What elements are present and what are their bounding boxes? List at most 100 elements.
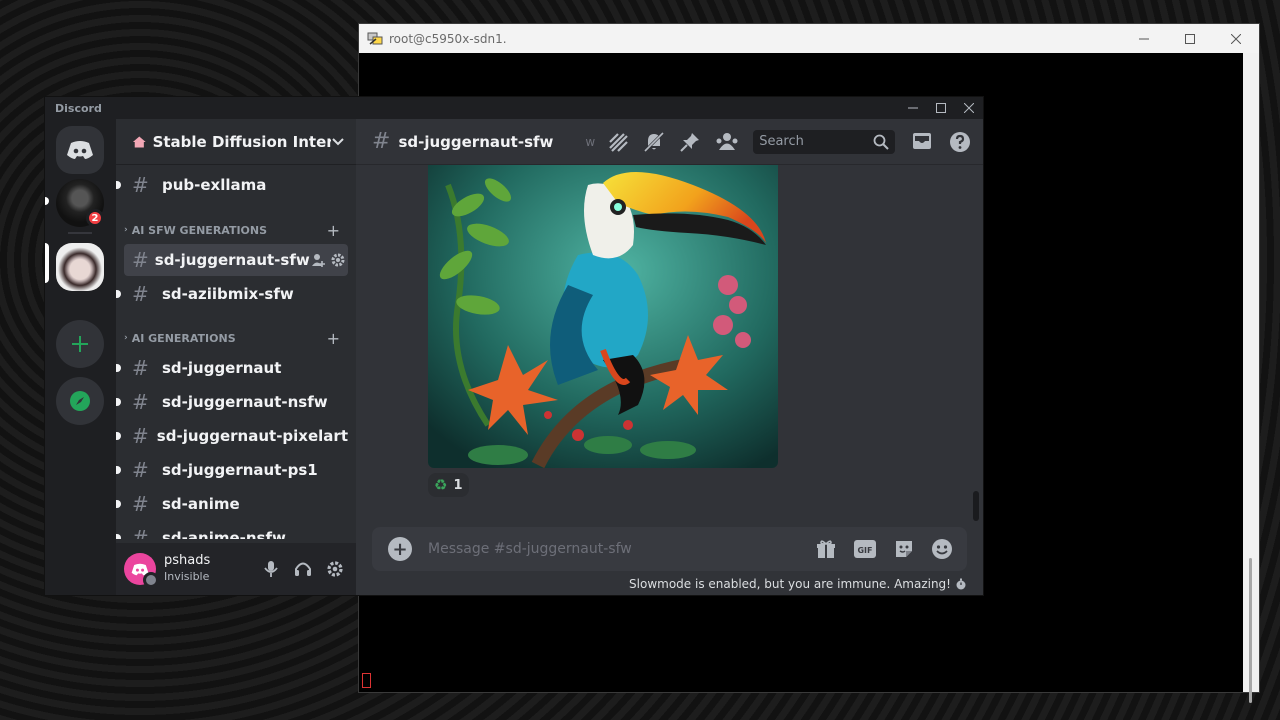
thread-channel-icon: # xyxy=(372,129,391,154)
category-label: AI SFW GENERATIONS xyxy=(131,223,268,237)
threads-icon[interactable] xyxy=(607,131,629,153)
category-ai-generations[interactable]: › AI GENERATIONS + xyxy=(124,329,340,348)
gear-icon[interactable] xyxy=(330,252,346,268)
thread-channel-icon: # xyxy=(132,356,149,380)
help-icon[interactable] xyxy=(949,131,971,153)
message-composer[interactable]: + Message #sd-juggernaut-sfw GIF xyxy=(372,527,967,571)
member-list-icon[interactable] xyxy=(715,131,739,153)
create-channel-icon[interactable]: + xyxy=(327,221,340,240)
terminal-titlebar[interactable]: root@c5950x-sdn1. xyxy=(359,24,1259,53)
maximize-button[interactable] xyxy=(1167,24,1213,53)
chat-area: # sd-juggernaut-sfw w Search ♻ 1 + Messa… xyxy=(356,119,983,595)
headphones-icon xyxy=(295,562,311,576)
channel-sd-juggernaut[interactable]: # sd-juggernaut xyxy=(116,352,348,384)
channel-list: # pub-exllama › AI SFW GENERATIONS + # s… xyxy=(116,165,356,539)
channel-sd-anime[interactable]: # sd-anime xyxy=(116,488,348,520)
thread-channel-icon: # xyxy=(132,424,149,448)
home-button[interactable] xyxy=(56,126,104,174)
discord-close-button[interactable] xyxy=(955,97,983,119)
message-scrollbar[interactable] xyxy=(973,491,979,521)
terminal-scrollbar[interactable] xyxy=(1243,53,1259,703)
close-icon xyxy=(1231,33,1241,44)
discord-window-title: Discord xyxy=(55,101,102,115)
thread-channel-icon: # xyxy=(132,458,149,482)
add-server-button[interactable] xyxy=(56,320,104,368)
channel-label: sd-anime-nsfw xyxy=(162,529,286,539)
channel-label: sd-anime xyxy=(162,495,240,513)
gift-icon[interactable] xyxy=(815,538,837,560)
minimize-button[interactable] xyxy=(1121,24,1167,53)
terminal-cursor xyxy=(362,673,371,688)
svg-text:GIF: GIF xyxy=(857,546,872,555)
mention-badge: 2 xyxy=(86,209,104,227)
server-rail: 2 xyxy=(45,119,116,595)
chevron-right-icon: › xyxy=(124,333,128,343)
gif-icon[interactable]: GIF xyxy=(853,539,877,559)
reaction-count: 1 xyxy=(453,477,463,493)
plus-icon xyxy=(72,336,88,352)
category-ai-sfw-generations[interactable]: › AI SFW GENERATIONS + xyxy=(124,221,340,240)
thread-channel-icon: # xyxy=(132,492,149,516)
channel-sd-juggernaut-ps1[interactable]: # sd-juggernaut-ps1 xyxy=(116,454,348,486)
putty-icon xyxy=(367,32,383,46)
thread-channel-icon: # xyxy=(132,282,149,306)
user-settings-button[interactable] xyxy=(322,556,348,582)
server-icon-stable-diffusion[interactable] xyxy=(56,243,104,291)
discord-titlebar[interactable]: Discord xyxy=(45,97,983,119)
channel-sd-anime-nsfw[interactable]: # sd-anime-nsfw xyxy=(116,522,348,539)
username: pshads xyxy=(164,553,211,568)
channel-label: sd-aziibmix-sfw xyxy=(162,285,294,303)
discord-minimize-button[interactable] xyxy=(899,97,927,119)
compass-icon xyxy=(70,391,90,411)
message-list[interactable]: ♻ 1 xyxy=(356,165,983,527)
thread-channel-icon: # xyxy=(132,173,149,197)
guild-header[interactable]: Stable Diffusion Inter... xyxy=(116,119,356,165)
channel-label: sd-juggernaut-ps1 xyxy=(162,461,318,479)
avatar[interactable] xyxy=(124,553,159,588)
emoji-icon[interactable] xyxy=(931,538,953,560)
channel-label: sd-juggernaut-pixelart xyxy=(156,427,348,445)
channel-sd-juggernaut-nsfw[interactable]: # sd-juggernaut-nsfw xyxy=(116,386,348,418)
channel-pub-exllama[interactable]: # pub-exllama xyxy=(116,169,348,201)
discord-window[interactable]: Discord 2 Stable Diffusion Inter... # pu… xyxy=(44,96,984,596)
terminal-title: root@c5950x-sdn1. xyxy=(389,31,507,46)
channel-sd-juggernaut-sfw[interactable]: # sd-juggernaut-sfw xyxy=(124,244,348,276)
close-button[interactable] xyxy=(1213,24,1259,53)
channel-title: sd-juggernaut-sfw xyxy=(398,132,554,151)
sticker-icon[interactable] xyxy=(893,538,915,560)
close-icon xyxy=(964,103,974,113)
pin-icon[interactable] xyxy=(679,131,701,153)
stopwatch-icon xyxy=(956,578,966,590)
channel-sd-juggernaut-pixelart[interactable]: # sd-juggernaut-pixelart xyxy=(116,420,348,452)
explore-servers-button[interactable] xyxy=(56,377,104,425)
reaction-recycle[interactable]: ♻ 1 xyxy=(428,473,469,497)
search-placeholder: Search xyxy=(759,134,804,149)
thread-channel-icon: # xyxy=(132,248,149,272)
message-input[interactable]: Message #sd-juggernaut-sfw xyxy=(428,541,632,557)
notification-muted-icon[interactable] xyxy=(643,131,665,153)
channel-sd-aziibmix-sfw[interactable]: # sd-aziibmix-sfw xyxy=(116,278,348,310)
search-input[interactable]: Search xyxy=(753,129,896,154)
inbox-icon[interactable] xyxy=(911,131,933,151)
mute-button[interactable] xyxy=(258,556,284,582)
discord-logo-icon xyxy=(67,141,93,159)
unread-indicator xyxy=(116,466,121,474)
unread-indicator xyxy=(116,398,121,406)
search-icon xyxy=(873,134,889,150)
invite-icon[interactable] xyxy=(310,252,326,268)
deafen-button[interactable] xyxy=(290,556,316,582)
microphone-icon xyxy=(264,561,278,577)
attach-plus-button[interactable]: + xyxy=(388,537,412,561)
recycle-icon: ♻ xyxy=(434,476,448,494)
maximize-icon xyxy=(936,103,946,113)
unread-indicator xyxy=(116,534,121,539)
discord-maximize-button[interactable] xyxy=(927,97,955,119)
maximize-icon xyxy=(1185,33,1195,44)
create-channel-icon[interactable]: + xyxy=(327,329,340,348)
channel-header: # sd-juggernaut-sfw w Search xyxy=(356,119,983,165)
channel-topic[interactable]: w xyxy=(585,135,595,149)
unread-indicator xyxy=(116,290,121,298)
selected-pill xyxy=(45,243,49,283)
toucan-image-attachment[interactable] xyxy=(428,165,778,468)
terminal-scroll-thumb[interactable] xyxy=(1249,558,1252,703)
